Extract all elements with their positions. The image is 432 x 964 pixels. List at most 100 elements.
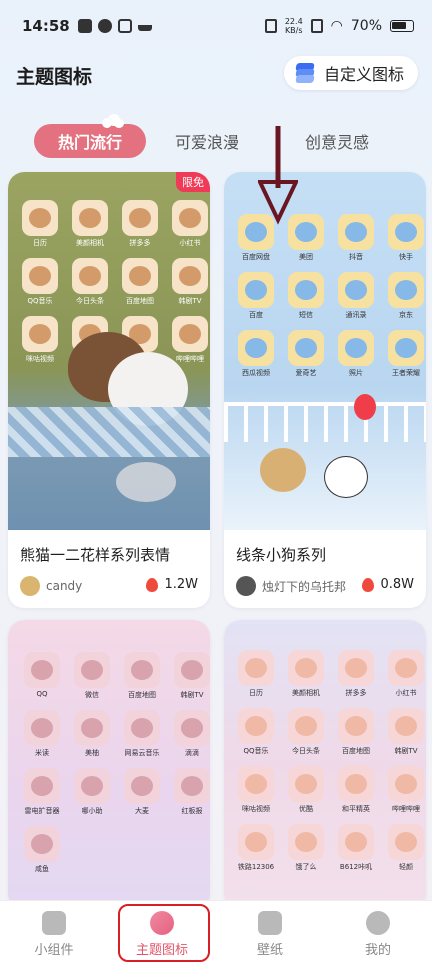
- app-icon-mascot: [81, 660, 103, 680]
- nav-wallpaper[interactable]: 壁纸: [216, 901, 324, 964]
- app-icon-image: [22, 200, 58, 236]
- tab-hot[interactable]: 热门流行: [34, 114, 146, 158]
- app-icon-image: [338, 824, 374, 860]
- app-icon-preview: QQ音乐: [20, 258, 60, 306]
- app-icon-label: 拼多多: [345, 689, 367, 697]
- card-author: 烛灯下的乌托邦: [236, 576, 346, 596]
- annotation-arrow: [258, 126, 298, 225]
- app-icon-preview: 爱奇艺: [286, 330, 326, 378]
- app-icon-image: [388, 824, 424, 860]
- app-icon-preview: 百度地图: [122, 652, 162, 700]
- theme-card[interactable]: 日历 美颜相机 拼多多 小红书 QQ音乐 今日头条 百度地图 韩剧TV 咪咕视频 优酷 和平精英 哔哩…: [224, 620, 426, 910]
- app-icon-preview: 快手: [386, 214, 426, 262]
- theme-preview-image: QQ 微信 百度地图 韩剧TV 米读 美柚 网易云音乐 滴滴 雷电扩音器 哪小助 大麦 红板报 咸鱼: [8, 620, 210, 910]
- app-icon-mascot: [395, 338, 417, 358]
- app-icon-label: 美颜相机: [76, 239, 104, 247]
- theme-card[interactable]: QQ 微信 百度地图 韩剧TV 米读 美柚 网易云音乐 滴滴 雷电扩音器 哪小助 大麦 红板报 咸鱼: [8, 620, 210, 910]
- app-icon-mascot: [31, 834, 53, 854]
- app-icon-mascot: [395, 222, 417, 242]
- app-icon-label: 今日头条: [76, 297, 104, 305]
- app-icon-preview: 日历: [20, 200, 60, 248]
- app-icon-label: B612咔叽: [339, 863, 373, 871]
- app-icon-mascot: [295, 832, 317, 852]
- app-icon-preview: 拼多多: [336, 650, 376, 698]
- app-icon-mascot: [129, 266, 151, 286]
- app-icon-image: [288, 824, 324, 860]
- app-icon-label: 滴滴: [185, 749, 199, 757]
- app-icon-preview: 韩剧TV: [170, 258, 210, 306]
- app-icon-label: QQ音乐: [27, 297, 53, 305]
- app-icon-image: [288, 330, 324, 366]
- app-icon-image: [338, 214, 374, 250]
- app-icon-mascot: [345, 338, 367, 358]
- app-icon-mascot: [131, 660, 153, 680]
- layers-icon: [294, 63, 316, 83]
- category-tabs: 热门流行 可爱浪漫 创意灵感: [0, 114, 432, 160]
- app-icon-mascot: [245, 280, 267, 300]
- app-icon-label: 百度地图: [342, 747, 370, 755]
- net-speed-unit: KB/s: [284, 26, 303, 35]
- app-icon-preview: 韩剧TV: [172, 652, 210, 700]
- tab-label: 创意灵感: [304, 133, 369, 152]
- app-icon-label: 微信: [85, 691, 99, 699]
- app-icon-label: 短信: [299, 311, 313, 319]
- author-name: 烛灯下的乌托邦: [262, 579, 347, 594]
- app-icon-label: 今日头条: [292, 747, 320, 755]
- tab-cute[interactable]: 可爱浪漫: [174, 124, 240, 158]
- app-icon-image: [174, 710, 210, 746]
- app-icon-label: 爱奇艺: [295, 369, 317, 377]
- app-icon-preview: 铁路12306: [236, 824, 276, 872]
- app-icon-image: [238, 272, 274, 308]
- theme-preview-image: 限免 日历美颜相机拼多多小红书QQ音乐今日头条百度地图韩剧TV咪咕视频优酷和平精…: [8, 172, 210, 530]
- nav-mine[interactable]: 我的: [324, 901, 432, 964]
- card-title: 熊猫一二花样系列表情: [20, 546, 171, 564]
- app-icon-preview: 咸鱼: [22, 826, 62, 874]
- flame-icon: [146, 577, 159, 592]
- app-icon-mascot: [245, 774, 267, 794]
- app-icon-preview: 短信: [286, 272, 326, 320]
- app-icon-mascot: [345, 832, 367, 852]
- app-icon-image: [288, 766, 324, 802]
- app-icon-label: 日历: [33, 239, 47, 247]
- battery-percent: 70%: [350, 18, 382, 34]
- tab-creative[interactable]: 创意灵感: [304, 124, 370, 158]
- tab-label: 热门流行: [57, 133, 122, 152]
- icon-grid: 日历 美颜相机 拼多多 小红书 QQ音乐 今日头条 百度地图 韩剧TV 咪咕视频 优酷 和平精英 哔哩…: [236, 650, 426, 872]
- theme-card[interactable]: 限免 日历美颜相机拼多多小红书QQ音乐今日头条百度地图韩剧TV咪咕视频优酷和平精…: [8, 172, 210, 608]
- app-icon-preview: QQ音乐: [236, 708, 276, 756]
- app-icon-image: [124, 652, 160, 688]
- app-icon-label: 咪咕视频: [242, 805, 270, 813]
- custom-icon-button[interactable]: 自定义图标: [283, 56, 418, 90]
- app-icon-preview: 通讯录: [336, 272, 376, 320]
- app-icon-mascot: [31, 776, 53, 796]
- app-icon-label: 小红书: [395, 689, 417, 697]
- app-icon-mascot: [295, 774, 317, 794]
- app-icon-label: 王者荣耀: [392, 369, 420, 377]
- app-icon-preview: 西瓜视频: [236, 330, 276, 378]
- app-icon-label: 优酷: [299, 805, 313, 813]
- app-icon-preview: 百度地图: [120, 258, 160, 306]
- app-icon-mascot: [29, 208, 51, 228]
- app-icon-mascot: [295, 658, 317, 678]
- annotation-highlight-box: [118, 904, 210, 962]
- net-speed-value: 22.4: [284, 17, 303, 26]
- app-icon-label: 百度地图: [126, 297, 154, 305]
- app-icon-preview: 大麦: [122, 768, 162, 816]
- theme-card[interactable]: 百度网盘 美团 抖音 快手 百度 短信 通讯录 京东 西瓜视频 爱奇艺 照片 王者荣耀 线条小狗系列 …: [224, 172, 426, 608]
- app-icon-label: 轻颜: [399, 863, 413, 871]
- app-icon-preview: 微信: [72, 652, 112, 700]
- notification-app-icon: [77, 19, 92, 33]
- app-icon-image: [74, 768, 110, 804]
- app-icon-image: [338, 708, 374, 744]
- status-bar: 14:58 22.4 KB/s ◠ 70%: [0, 0, 432, 52]
- app-icon-mascot: [29, 324, 51, 344]
- app-icon-preview: 照片: [336, 330, 376, 378]
- app-icon-label: 大麦: [135, 807, 149, 815]
- nav-widgets[interactable]: 小组件: [0, 901, 108, 964]
- app-icon-image: [338, 650, 374, 686]
- app-icon-image: [338, 330, 374, 366]
- icon-grid: 百度网盘 美团 抖音 快手 百度 短信 通讯录 京东 西瓜视频 爱奇艺 照片 王者荣耀: [236, 214, 426, 378]
- app-icon-mascot: [295, 716, 317, 736]
- battery-icon: [390, 20, 414, 32]
- bear-reflection: [116, 462, 176, 502]
